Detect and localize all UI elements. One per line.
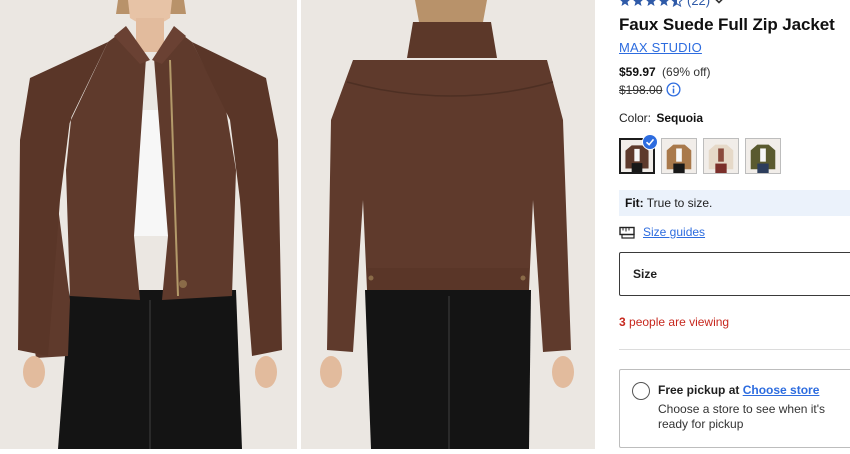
- ruler-icon: [619, 226, 635, 239]
- selected-check-icon: [642, 134, 658, 150]
- viewing-text: people are viewing: [629, 315, 730, 329]
- star-icon: [620, 0, 630, 6]
- product-image-front[interactable]: [0, 0, 297, 449]
- star-rating: [619, 0, 683, 7]
- product-title: Faux Suede Full Zip Jacket: [619, 15, 835, 34]
- product-image-back[interactable]: [301, 0, 595, 449]
- product-details-panel: (22) Faux Suede Full Zip Jacket MAX STUD…: [619, 0, 850, 454]
- pickup-title-text: Free pickup at: [658, 383, 740, 397]
- original-price-row: $198.00: [619, 82, 681, 97]
- back-view-illustration: [301, 0, 595, 449]
- star-icon: [659, 0, 669, 6]
- fit-label: Fit:: [625, 196, 644, 210]
- front-view-illustration: [0, 0, 297, 449]
- rating-summary[interactable]: (22): [619, 0, 724, 8]
- fit-value: True to size.: [646, 196, 713, 210]
- color-value: Sequoia: [656, 111, 704, 125]
- swatch-cream[interactable]: [703, 138, 739, 174]
- color-swatches: [619, 134, 781, 174]
- rating-count[interactable]: (22): [687, 0, 710, 8]
- size-selector[interactable]: Size: [619, 252, 850, 296]
- color-selection: Color: Sequoia: [619, 111, 703, 125]
- sale-price: $59.97: [619, 65, 656, 79]
- swatch-tan[interactable]: [661, 138, 697, 174]
- swatch-olive[interactable]: [745, 138, 781, 174]
- size-guides-row[interactable]: Size guides: [619, 225, 705, 239]
- pickup-description: Choose a store to see when it's ready fo…: [658, 402, 826, 431]
- pickup-option[interactable]: Free pickup at Choose store Choose a sto…: [619, 369, 850, 448]
- jacket-thumbnail-icon: [746, 139, 780, 173]
- pickup-radio[interactable]: [632, 382, 650, 400]
- jacket-thumbnail-icon: [704, 139, 738, 173]
- jacket-thumbnail-icon: [662, 139, 696, 173]
- size-guides-link[interactable]: Size guides: [643, 225, 705, 239]
- viewing-count: 3: [619, 315, 626, 329]
- brand-link[interactable]: MAX STUDIO: [619, 40, 702, 55]
- pickup-title: Free pickup at Choose store: [658, 383, 819, 397]
- swatch-sequoia[interactable]: [619, 134, 658, 174]
- star-icon: [646, 0, 656, 6]
- info-icon[interactable]: [666, 82, 681, 97]
- original-price: $198.00: [619, 82, 663, 97]
- viewing-notice: 3 people are viewing: [619, 315, 729, 329]
- choose-store-link[interactable]: Choose store: [743, 383, 820, 397]
- chevron-down-icon[interactable]: [714, 0, 724, 6]
- fit-info-box: Fit: True to size.: [619, 190, 850, 216]
- divider: [619, 349, 850, 350]
- star-half-icon: [671, 0, 683, 7]
- color-label: Color:: [619, 111, 652, 125]
- discount-percent: (69% off): [662, 65, 711, 79]
- star-icon: [633, 0, 643, 6]
- price-row: $59.97 (69% off): [619, 65, 711, 79]
